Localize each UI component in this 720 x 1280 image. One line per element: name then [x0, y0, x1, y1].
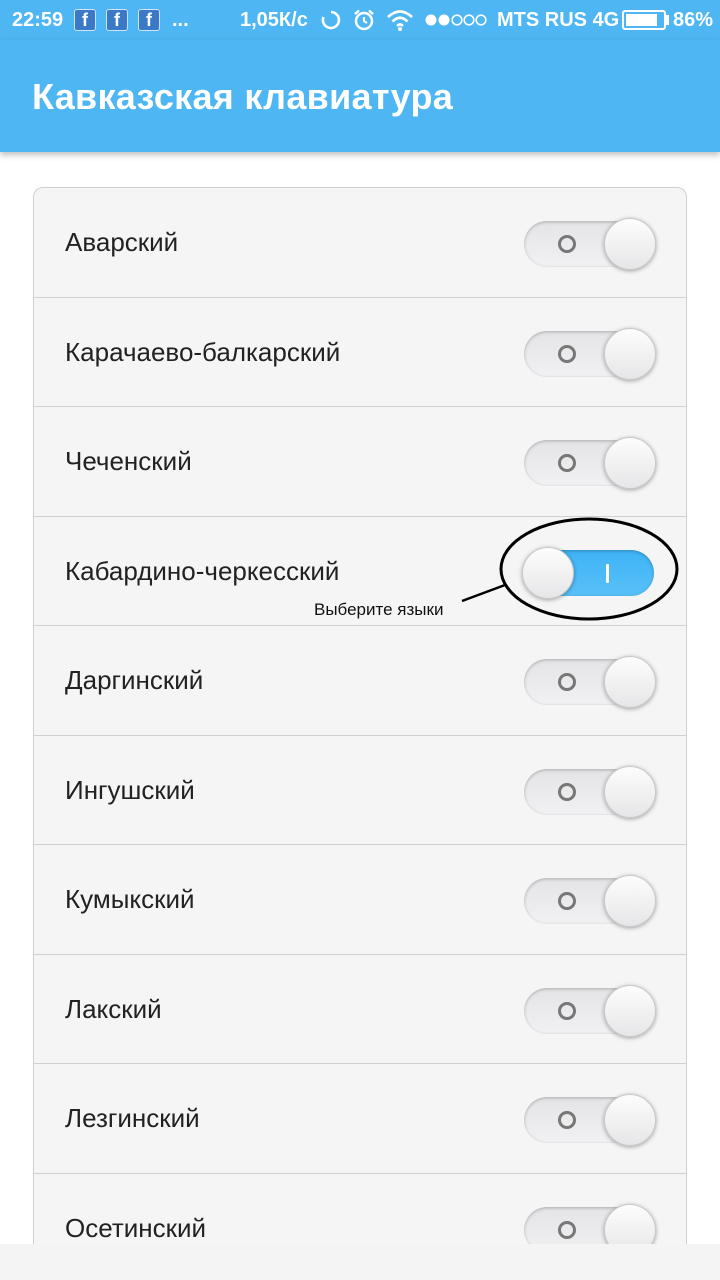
- language-row[interactable]: Ингушский: [34, 736, 686, 845]
- language-label: Ингушский: [65, 774, 195, 805]
- toggle-knob: [604, 327, 656, 380]
- language-label: Осетинский: [65, 1212, 207, 1243]
- language-toggle[interactable]: [524, 875, 656, 927]
- language-toggle[interactable]: [524, 218, 656, 270]
- language-toggle[interactable]: [524, 984, 656, 1037]
- facebook-icon: f: [106, 9, 128, 31]
- network-speed: 1,05К/с: [240, 9, 308, 31]
- language-label: Лезгинский: [65, 1103, 200, 1133]
- toggle-off-mark-icon: [558, 454, 576, 472]
- language-row[interactable]: Даргинский: [34, 626, 686, 736]
- toggle-knob: [604, 765, 656, 818]
- app-bar: Кавказская клавиатура: [0, 40, 720, 152]
- content-area[interactable]: Аварский Карачаево-балкарский Чеченский Каб…: [0, 152, 720, 1244]
- toggle-off-mark-icon: [558, 1111, 576, 1129]
- app-title: Кавказская клавиатура: [32, 76, 454, 117]
- toggle-off-mark-icon: [558, 235, 576, 253]
- toggle-knob: [604, 1094, 656, 1146]
- language-label: Чеченский: [65, 446, 192, 476]
- language-toggle[interactable]: [524, 1094, 656, 1146]
- battery-tip: [666, 15, 669, 25]
- language-row[interactable]: Аварский: [34, 188, 686, 298]
- more-notifications-icon: ...: [172, 9, 189, 31]
- toggle-off-mark-icon: [558, 1220, 576, 1239]
- language-toggle[interactable]: [524, 327, 656, 380]
- language-row[interactable]: Осетинский: [34, 1174, 686, 1244]
- toggle-knob: [604, 656, 656, 708]
- toggle-off-mark-icon: [558, 892, 576, 910]
- language-label: Даргинский: [65, 665, 204, 695]
- language-label: Кумыкский: [65, 884, 195, 914]
- toggle-off-mark-icon: [558, 673, 576, 691]
- language-row[interactable]: Лезгинский: [34, 1064, 686, 1174]
- toggle-off-mark-icon: [558, 782, 576, 801]
- language-toggle[interactable]: [524, 1203, 656, 1244]
- language-label: Карачаево-балкарский: [65, 336, 341, 367]
- facebook-icon: f: [138, 9, 160, 31]
- annotation-text: Выберите языки: [314, 600, 444, 619]
- language-label: Лакский: [65, 993, 162, 1024]
- language-toggle[interactable]: [524, 437, 656, 489]
- battery-icon: [622, 10, 666, 30]
- toggle-on-mark-icon: [606, 563, 609, 583]
- clock: 22:59: [12, 9, 64, 31]
- status-bar: 22:59 f f f ... 1,05К/с MTS RUS 4G 86%: [0, 0, 720, 40]
- language-label: Кабардино-черкесский: [65, 555, 340, 586]
- language-label: Аварский: [65, 227, 179, 257]
- language-toggle[interactable]: [524, 765, 656, 818]
- language-row[interactable]: Лакский: [34, 955, 686, 1064]
- facebook-icon: f: [74, 9, 96, 31]
- carrier-name: MTS RUS 4G: [497, 9, 620, 31]
- signal-dots-icon: [425, 14, 487, 26]
- toggle-knob: [604, 218, 656, 270]
- language-toggle[interactable]: [524, 656, 656, 708]
- wifi-icon: [387, 10, 413, 31]
- toggle-knob: [604, 984, 656, 1037]
- language-row[interactable]: Карачаево-балкарский: [34, 298, 686, 407]
- toggle-knob: [604, 1203, 656, 1244]
- toggle-knob: [522, 546, 574, 599]
- language-list: Аварский Карачаево-балкарский Чеченский Каб…: [33, 187, 687, 1244]
- language-row[interactable]: Кумыкский: [34, 845, 686, 955]
- toggle-off-mark-icon: [558, 344, 576, 363]
- language-toggle[interactable]: [522, 546, 654, 599]
- toggle-knob: [604, 437, 656, 489]
- toggle-off-mark-icon: [558, 1001, 576, 1020]
- language-row[interactable]: Чеченский: [34, 407, 686, 517]
- battery-percent: 86%: [673, 9, 714, 31]
- toggle-knob: [604, 875, 656, 927]
- sync-icon: [321, 10, 341, 30]
- bottom-strip: [0, 1244, 720, 1280]
- alarm-icon: [354, 9, 374, 31]
